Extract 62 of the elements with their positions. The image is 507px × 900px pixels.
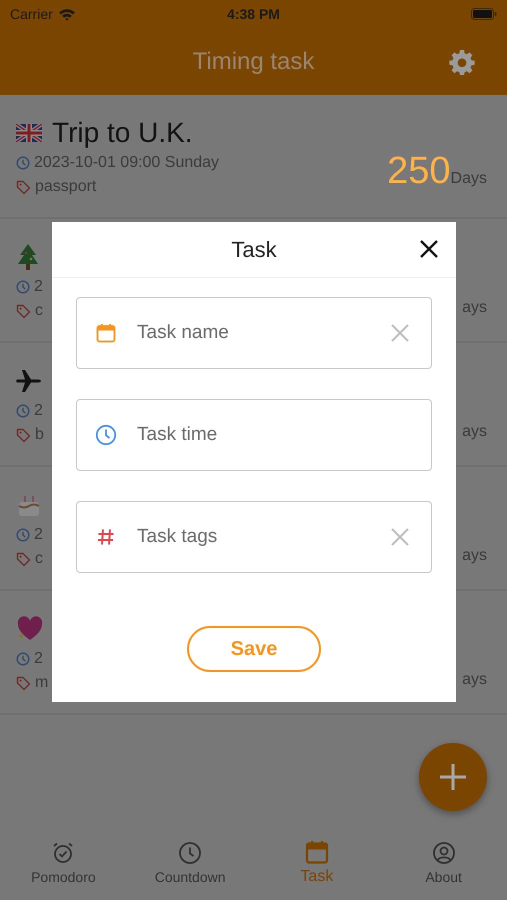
tag-icon xyxy=(16,428,31,442)
task-date: 2 xyxy=(34,278,43,296)
tab-item[interactable]: About xyxy=(380,826,507,900)
clock-icon xyxy=(16,404,30,418)
task-tag: m xyxy=(35,674,48,692)
task-tag: c xyxy=(35,550,43,568)
task-date: 2023-10-01 09:00 Sunday xyxy=(34,154,220,172)
clock-icon xyxy=(178,841,202,865)
input-field[interactable]: Task tags xyxy=(76,501,432,573)
clock-icon xyxy=(16,156,30,170)
tab-item[interactable]: Task xyxy=(254,826,380,900)
task-date: 2 xyxy=(34,650,43,668)
tree-icon xyxy=(16,243,40,271)
battery-icon xyxy=(471,8,497,20)
clock-icon xyxy=(16,652,30,666)
save-button[interactable]: Save xyxy=(187,626,321,672)
clear-icon[interactable] xyxy=(391,528,409,546)
dialog-title: Task xyxy=(231,236,277,262)
add-button[interactable] xyxy=(419,743,487,811)
days-unit: ays xyxy=(462,547,487,565)
days-unit: ays xyxy=(462,423,487,441)
tag-icon xyxy=(16,676,31,690)
clock-icon xyxy=(16,280,30,294)
hash-icon xyxy=(97,528,115,546)
carrier-label: Carrier xyxy=(10,6,53,22)
close-icon xyxy=(420,240,438,258)
close-button[interactable] xyxy=(420,240,438,258)
tag-icon xyxy=(16,304,31,318)
clear-icon[interactable] xyxy=(391,324,409,342)
task-tag: passport xyxy=(35,178,96,196)
days-unit: ays xyxy=(462,299,487,317)
text-input[interactable]: Task time xyxy=(135,423,409,447)
flag-icon xyxy=(16,124,42,142)
alarm-clock-icon xyxy=(51,841,76,865)
days-count: 250 xyxy=(387,150,451,193)
app-title: Timing task xyxy=(192,48,314,76)
airplane-icon xyxy=(16,369,42,393)
user-icon xyxy=(432,841,456,865)
task-date: 2 xyxy=(34,526,43,544)
heart-icon xyxy=(16,616,44,642)
days-unit: ays xyxy=(462,671,487,689)
calendar-icon xyxy=(96,323,116,343)
tab-item[interactable]: Countdown xyxy=(126,826,254,900)
tag-icon xyxy=(16,180,31,194)
input-field[interactable]: Task name xyxy=(76,297,432,369)
input-field[interactable]: Task time xyxy=(76,399,432,471)
days-unit: Days xyxy=(450,170,487,188)
text-input[interactable]: Task tags xyxy=(135,525,391,549)
clock-icon xyxy=(95,424,117,446)
task-tag: b xyxy=(35,426,44,444)
task-title: Trip to U.K. xyxy=(52,117,193,149)
calendar-icon xyxy=(304,840,329,864)
tab-item[interactable]: Pomodoro xyxy=(0,826,127,900)
wifi-icon xyxy=(58,8,76,20)
clock-icon xyxy=(16,528,30,542)
text-input[interactable]: Task name xyxy=(135,321,391,345)
task-tag: c xyxy=(35,302,43,320)
task-date: 2 xyxy=(34,402,43,420)
settings-icon[interactable] xyxy=(449,49,475,75)
tag-icon xyxy=(16,552,31,566)
plus-icon xyxy=(439,763,467,791)
status-time: 4:38 PM xyxy=(227,6,280,22)
